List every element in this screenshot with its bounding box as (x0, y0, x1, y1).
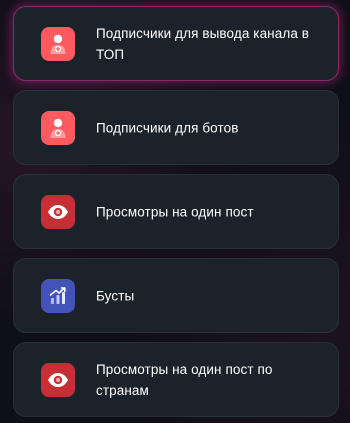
service-card-post-views[interactable]: Просмотры на один пост (13, 174, 339, 249)
service-card-top-subscribers[interactable]: Подписчики для вывода канала в ТОП (13, 6, 339, 81)
service-list: Подписчики для вывода канала в ТОП Подпи… (13, 6, 339, 423)
user-plus-icon (41, 110, 75, 145)
service-card-bot-subscribers[interactable]: Подписчики для ботов (13, 90, 339, 165)
service-label: Бусты (96, 288, 135, 303)
user-plus-icon (41, 26, 75, 61)
service-label: Просмотры на один пост по странам (96, 361, 273, 398)
service-label: Подписчики для ботов (96, 120, 239, 135)
eye-icon (41, 362, 75, 397)
service-label: Просмотры на один пост (96, 204, 254, 219)
eye-icon (41, 194, 75, 229)
service-card-boosts[interactable]: Бусты (13, 258, 339, 333)
service-card-post-views-by-country[interactable]: Просмотры на один пост по странам (13, 342, 339, 417)
service-label: Подписчики для вывода канала в ТОП (96, 25, 310, 62)
chart-up-icon (41, 278, 75, 313)
